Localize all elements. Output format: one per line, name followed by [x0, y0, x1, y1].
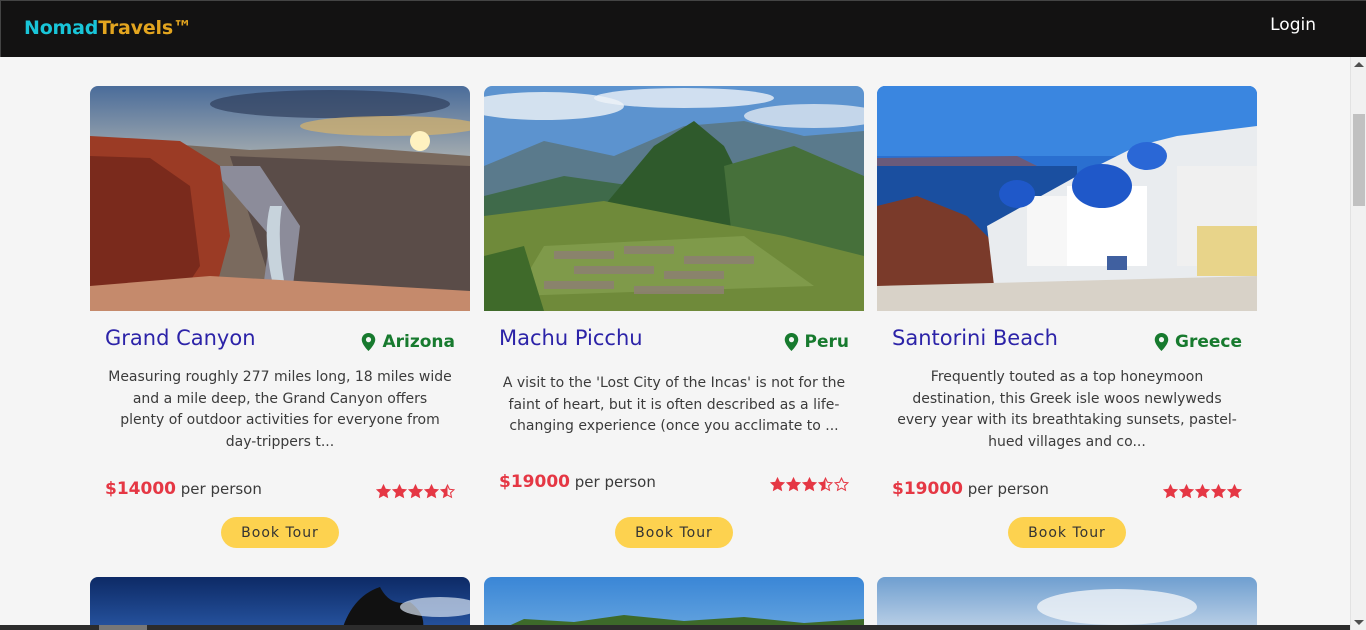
grand-canyon-photo — [90, 86, 470, 311]
scroll-down-arrow-icon[interactable] — [1354, 620, 1364, 625]
brand-name-part2: Travels™ — [98, 17, 192, 39]
description-line: changing experience (once you acclimate … — [509, 418, 839, 435]
price-unit: per person — [180, 480, 262, 498]
tour-price: $19000 per person — [892, 479, 1049, 499]
star-full-icon — [770, 477, 785, 492]
tour-location: Peru — [784, 332, 849, 352]
price-amount: $14000 — [105, 479, 176, 499]
tour-location: Greece — [1154, 332, 1242, 352]
horizontal-scrollbar-thumb[interactable] — [99, 625, 147, 630]
description-line: hued villages and co... — [988, 433, 1146, 450]
rating-stars — [376, 484, 455, 499]
star-full-icon — [802, 477, 817, 492]
tour-title: Grand Canyon — [105, 326, 256, 350]
rating-stars — [770, 477, 849, 492]
map-pin-icon — [784, 333, 798, 351]
tour-card-image-partial — [877, 577, 1257, 630]
tour-description: Measuring roughly 277 miles long, 18 mil… — [105, 367, 455, 453]
star-full-icon — [1163, 484, 1178, 499]
description-line: faint of heart, but it is often describe… — [508, 396, 840, 413]
star-full-icon — [1179, 484, 1194, 499]
star-empty-icon — [834, 477, 849, 492]
star-full-icon — [1227, 484, 1242, 499]
star-full-icon — [408, 484, 423, 499]
tour-card-santorini: Santorini Beach Greece Frequently touted… — [877, 86, 1257, 556]
star-half-icon — [818, 477, 833, 492]
description-line: Frequently touted as a top honeymoon — [930, 369, 1204, 385]
tour-card-grand-canyon: Grand Canyon Arizona Measuring roughly 2… — [90, 86, 470, 556]
tour-card-image-partial — [484, 577, 864, 630]
description-line: Measuring roughly 277 miles long, 18 mil… — [108, 369, 452, 385]
tour-card-image-partial — [90, 577, 470, 630]
star-full-icon — [786, 477, 801, 492]
machu-picchu-photo — [484, 86, 864, 311]
tour-description: Frequently touted as a top honeymoon des… — [892, 367, 1242, 453]
map-pin-icon — [1154, 333, 1169, 351]
description-line: day-trippers t... — [225, 433, 335, 450]
tour-price: $14000 per person — [105, 479, 262, 499]
tour-title: Santorini Beach — [892, 326, 1058, 350]
tour-card-machu-picchu: Machu Picchu Peru A visit to the 'Lost C… — [484, 86, 864, 556]
tour-location: Arizona — [361, 332, 455, 352]
price-unit: per person — [574, 473, 656, 491]
map-pin-icon — [362, 333, 376, 351]
star-full-icon — [392, 484, 407, 499]
description-line: destination, this Greek isle woos newlyw… — [912, 390, 1222, 407]
star-full-icon — [1195, 484, 1210, 499]
brand-logo[interactable]: NomadTravels™ — [24, 17, 192, 39]
price-amount: $19000 — [499, 472, 570, 492]
login-link[interactable]: Login — [1270, 15, 1316, 35]
book-tour-button[interactable]: Book Tour — [615, 517, 733, 548]
tour-location-label: Greece — [1174, 332, 1242, 352]
tour-price: $19000 per person — [499, 472, 656, 492]
book-tour-button[interactable]: Book Tour — [221, 517, 339, 548]
horizontal-scrollbar[interactable] — [0, 625, 1350, 630]
tour-description: A visit to the 'Lost City of the Incas' … — [499, 373, 849, 438]
star-full-icon — [424, 484, 439, 499]
top-navbar: NomadTravels™ Login — [0, 0, 1366, 57]
tour-title: Machu Picchu — [499, 326, 643, 350]
santorini-photo — [877, 86, 1257, 311]
tour-location-label: Arizona — [382, 332, 455, 352]
vertical-scrollbar[interactable] — [1350, 57, 1366, 630]
description-line: plenty of outdoor activities for everyon… — [120, 412, 440, 429]
star-half-icon — [440, 484, 455, 499]
description-line: every year with its breathtaking sunsets… — [897, 412, 1237, 429]
scrollbar-thumb[interactable] — [1353, 114, 1365, 206]
description-line: A visit to the 'Lost City of the Incas' … — [502, 375, 846, 391]
book-tour-button[interactable]: Book Tour — [1008, 517, 1126, 548]
star-full-icon — [376, 484, 391, 499]
rating-stars — [1163, 484, 1242, 499]
brand-name-part1: Nomad — [24, 17, 99, 39]
star-full-icon — [1211, 484, 1226, 499]
scroll-up-arrow-icon[interactable] — [1354, 62, 1364, 67]
tour-location-label: Peru — [804, 332, 849, 352]
description-line: and a mile deep, the Grand Canyon offers — [132, 390, 428, 407]
price-unit: per person — [967, 480, 1049, 498]
price-amount: $19000 — [892, 479, 963, 499]
